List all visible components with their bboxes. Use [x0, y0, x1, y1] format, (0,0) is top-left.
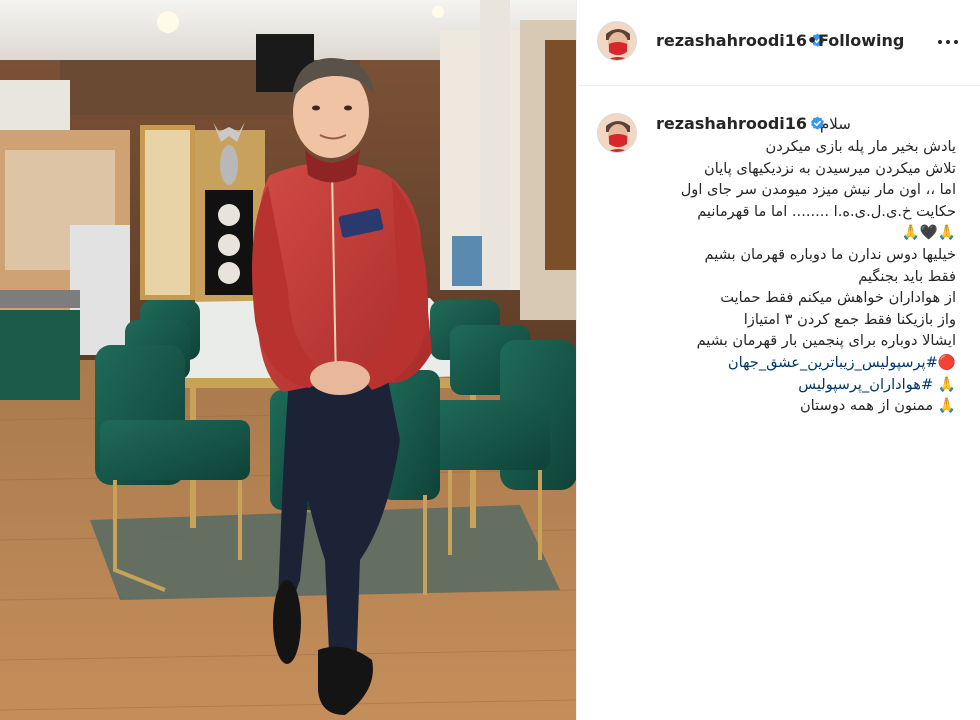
hashtag-link[interactable]: 🔴#پرسپولیس_زیباترین_عشق_جهان [656, 352, 956, 374]
caption-line: واز بازیکنا فقط جمع کردن ۳ امتیازا [743, 310, 956, 328]
profile-avatar-icon[interactable] [597, 21, 637, 61]
hashtag-link[interactable]: 🙏 #هواداران_پرسپولیس [656, 374, 956, 396]
caption-line: تلاش میکردن میرسیدن به نزدیکیهای پایان [704, 159, 956, 177]
caption-avatar-icon[interactable] [597, 113, 637, 153]
username-text[interactable]: rezashahroodi16 [656, 31, 807, 50]
caption-line: اما ،، اون مار نیش میزد میومدن سر جای او… [680, 181, 956, 199]
header-separator: • [807, 31, 818, 50]
caption-closing: 🙏 ممنون از همه دوستان [799, 397, 956, 415]
post-image [0, 0, 576, 720]
caption-line: خیلیها دوس ندارن ما دوباره قهرمان بشیم [704, 245, 956, 263]
more-options-icon[interactable] [936, 34, 960, 50]
caption-line: یادش بخیر مار پله بازی میکردن [765, 138, 956, 155]
caption-username-text[interactable]: rezashahroodi16 [656, 114, 807, 133]
instagram-post: rezashahroodi16 • Following rezashahrood [0, 0, 980, 720]
caption-text: یادش بخیر مار پله بازی میکردن تلاش میکرد… [656, 136, 956, 417]
caption-emoji-line: 🙏🖤🙏 [901, 224, 956, 242]
post-header: rezashahroodi16 • Following [578, 0, 980, 86]
caption-line: از هواداران خواهش میکنم فقط حمایت [720, 289, 956, 307]
caption-line: ایشالا دوباره برای پنجمین بار قهرمان بشی… [696, 332, 956, 350]
post-sidebar: rezashahroodi16 • Following rezashahrood [578, 0, 980, 720]
following-button[interactable]: Following [818, 31, 904, 50]
caption-line: فقط باید بجنگیم [858, 267, 956, 285]
caption-username[interactable]: rezashahroodi16 [656, 114, 825, 133]
post-author-username[interactable]: rezashahroodi16 [656, 31, 825, 50]
caption-greeting: سلام [820, 115, 851, 133]
post-photo[interactable] [0, 0, 577, 720]
caption-line: حکایت خ.ی.ل.ی.ه.ا ........ اما ما قهرمان… [697, 202, 956, 220]
